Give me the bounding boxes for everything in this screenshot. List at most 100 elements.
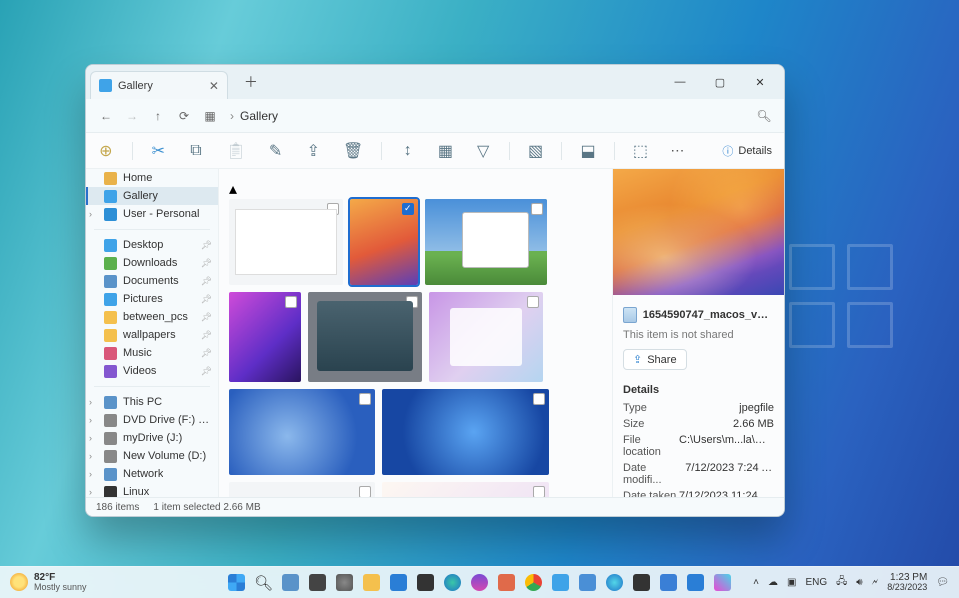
- sidebar-item-pictures[interactable]: Pictures📌︎: [86, 290, 218, 308]
- thumbnail-selected[interactable]: [350, 199, 418, 285]
- sidebar-item-mydrive-j-[interactable]: ›myDrive (J:): [86, 429, 218, 447]
- sidebar-item-new-volume-d-[interactable]: ›New Volume (D:): [86, 447, 218, 465]
- system-tray[interactable]: ˄ ☁ ▣ ENG 🖧︎ 🔊︎ 🗲 1:23 PM 8/23/2023 💬︎: [753, 572, 949, 593]
- sidebar-item-linux[interactable]: ›Linux: [86, 483, 218, 497]
- new-tab-button[interactable]: ＋: [238, 68, 264, 96]
- taskbar-app[interactable]: [630, 571, 654, 595]
- taskbar-edge[interactable]: [441, 571, 465, 595]
- sidebar-item-music[interactable]: Music📌︎: [86, 344, 218, 362]
- taskbar-mail[interactable]: [684, 571, 708, 595]
- breadcrumb-root-icon[interactable]: ▦: [198, 104, 222, 128]
- maximize-button[interactable]: ▢: [700, 68, 740, 96]
- sidebar-item-between-pcs[interactable]: between_pcs📌︎: [86, 308, 218, 326]
- taskbar-app[interactable]: [549, 571, 573, 595]
- sidebar-item-home[interactable]: Home: [86, 169, 218, 187]
- sidebar-item-downloads[interactable]: Downloads📌︎: [86, 254, 218, 272]
- sidebar-item-gallery[interactable]: Gallery: [86, 187, 218, 205]
- search-button[interactable]: 🔍︎: [752, 104, 776, 128]
- forward-button[interactable]: →: [120, 104, 144, 128]
- background-button[interactable]: ▧: [528, 141, 544, 161]
- tray-notifications-icon[interactable]: 💬︎: [936, 577, 949, 588]
- tray-chevron-icon[interactable]: ˄: [753, 577, 759, 588]
- chevron-right-icon[interactable]: ›: [89, 469, 92, 479]
- search-button[interactable]: 🔍︎: [252, 571, 276, 595]
- tab-gallery[interactable]: Gallery ✕: [90, 71, 228, 99]
- tray-network-icon[interactable]: 🖧︎: [836, 574, 847, 591]
- sidebar-item-documents[interactable]: Documents📌︎: [86, 272, 218, 290]
- chevron-right-icon[interactable]: ›: [89, 433, 92, 443]
- sort-button[interactable]: ↕: [400, 141, 416, 161]
- chevron-right-icon[interactable]: ›: [89, 415, 92, 425]
- navigation-pane[interactable]: HomeGallery›User - Personal Desktop📌︎Dow…: [86, 169, 219, 497]
- extract-button[interactable]: ⬓: [580, 141, 596, 161]
- taskbar-chrome[interactable]: [522, 571, 546, 595]
- taskbar-explorer[interactable]: [360, 571, 384, 595]
- pin-icon[interactable]: 📌︎: [201, 294, 212, 305]
- taskbar-app[interactable]: [576, 571, 600, 595]
- thumbnail[interactable]: [382, 389, 549, 475]
- copy-button[interactable]: ⧉: [188, 141, 204, 161]
- collection-button[interactable]: ⬚: [633, 141, 649, 161]
- thumbnail[interactable]: [229, 199, 343, 285]
- details-pane-button[interactable]: ⓘ Details: [722, 143, 772, 159]
- taskbar-app[interactable]: [306, 571, 330, 595]
- sidebar-item-wallpapers[interactable]: wallpapers📌︎: [86, 326, 218, 344]
- start-button[interactable]: [225, 571, 249, 595]
- back-button[interactable]: ←: [94, 104, 118, 128]
- taskbar-photos[interactable]: [711, 571, 735, 595]
- chevron-right-icon[interactable]: ›: [89, 209, 92, 219]
- gallery-grid[interactable]: ▴: [219, 169, 612, 497]
- tray-onedrive-icon[interactable]: ☁: [768, 577, 778, 588]
- cut-button[interactable]: ✂: [150, 141, 166, 161]
- thumbnail[interactable]: [429, 292, 543, 382]
- close-window-button[interactable]: ✕: [740, 68, 780, 96]
- weather-widget[interactable]: 82°F Mostly sunny: [10, 572, 87, 593]
- pin-icon[interactable]: 📌︎: [201, 312, 212, 323]
- taskbar-app[interactable]: [387, 571, 411, 595]
- minimize-button[interactable]: —: [660, 68, 700, 96]
- refresh-button[interactable]: ⟳: [172, 104, 196, 128]
- titlebar[interactable]: Gallery ✕ ＋ — ▢ ✕: [86, 65, 784, 99]
- pin-icon[interactable]: 📌︎: [201, 330, 212, 341]
- chevron-right-icon[interactable]: ›: [89, 487, 92, 497]
- thumbnail[interactable]: [308, 292, 422, 382]
- thumbnail[interactable]: [425, 199, 547, 285]
- rename-button[interactable]: ✎: [268, 141, 284, 161]
- task-view-button[interactable]: [279, 571, 303, 595]
- sidebar-item-this-pc[interactable]: ›This PC: [86, 393, 218, 411]
- tray-battery-icon[interactable]: 🗲: [872, 577, 879, 588]
- thumbnail[interactable]: [229, 482, 375, 497]
- pin-icon[interactable]: 📌︎: [201, 348, 212, 359]
- pin-icon[interactable]: 📌︎: [201, 240, 212, 251]
- filter-button[interactable]: ▽: [475, 141, 491, 161]
- taskbar-settings[interactable]: [333, 571, 357, 595]
- view-button[interactable]: ▦: [438, 141, 454, 161]
- pin-icon[interactable]: 📌︎: [201, 258, 212, 269]
- pin-icon[interactable]: 📌︎: [201, 366, 212, 377]
- tray-vm-icon[interactable]: ▣: [787, 577, 796, 588]
- taskbar-app[interactable]: [468, 571, 492, 595]
- sidebar-item-desktop[interactable]: Desktop📌︎: [86, 236, 218, 254]
- sidebar-item-onedrive[interactable]: ›User - Personal: [86, 205, 218, 223]
- new-button[interactable]: ⊕: [98, 141, 114, 161]
- taskbar[interactable]: 82°F Mostly sunny 🔍︎ ˄ ☁ ▣ ENG 🖧︎ 🔊︎ 🗲 1: [0, 566, 959, 598]
- tray-volume-icon[interactable]: 🔊︎: [856, 577, 862, 588]
- taskbar-app[interactable]: [603, 571, 627, 595]
- chevron-right-icon[interactable]: ›: [89, 397, 92, 407]
- taskbar-terminal[interactable]: [414, 571, 438, 595]
- more-button[interactable]: ⋯: [670, 142, 686, 159]
- share-button[interactable]: ⇪ Share: [623, 349, 687, 370]
- tray-language[interactable]: ENG: [805, 577, 827, 588]
- close-tab-icon[interactable]: ✕: [209, 79, 219, 93]
- share-button[interactable]: ⇪: [305, 141, 321, 161]
- taskbar-app[interactable]: [657, 571, 681, 595]
- sidebar-item-network[interactable]: ›Network: [86, 465, 218, 483]
- thumbnail[interactable]: [229, 292, 301, 382]
- sidebar-item-dvd-drive-f-cccoma-x64fre-i[interactable]: ›DVD Drive (F:) CCCOMA_X64FRE_I: [86, 411, 218, 429]
- delete-button[interactable]: 🗑︎: [343, 141, 363, 161]
- thumbnail[interactable]: [229, 389, 375, 475]
- taskbar-app[interactable]: [495, 571, 519, 595]
- up-button[interactable]: ↑: [146, 104, 170, 128]
- sidebar-item-videos[interactable]: Videos📌︎: [86, 362, 218, 380]
- chevron-right-icon[interactable]: ›: [89, 451, 92, 461]
